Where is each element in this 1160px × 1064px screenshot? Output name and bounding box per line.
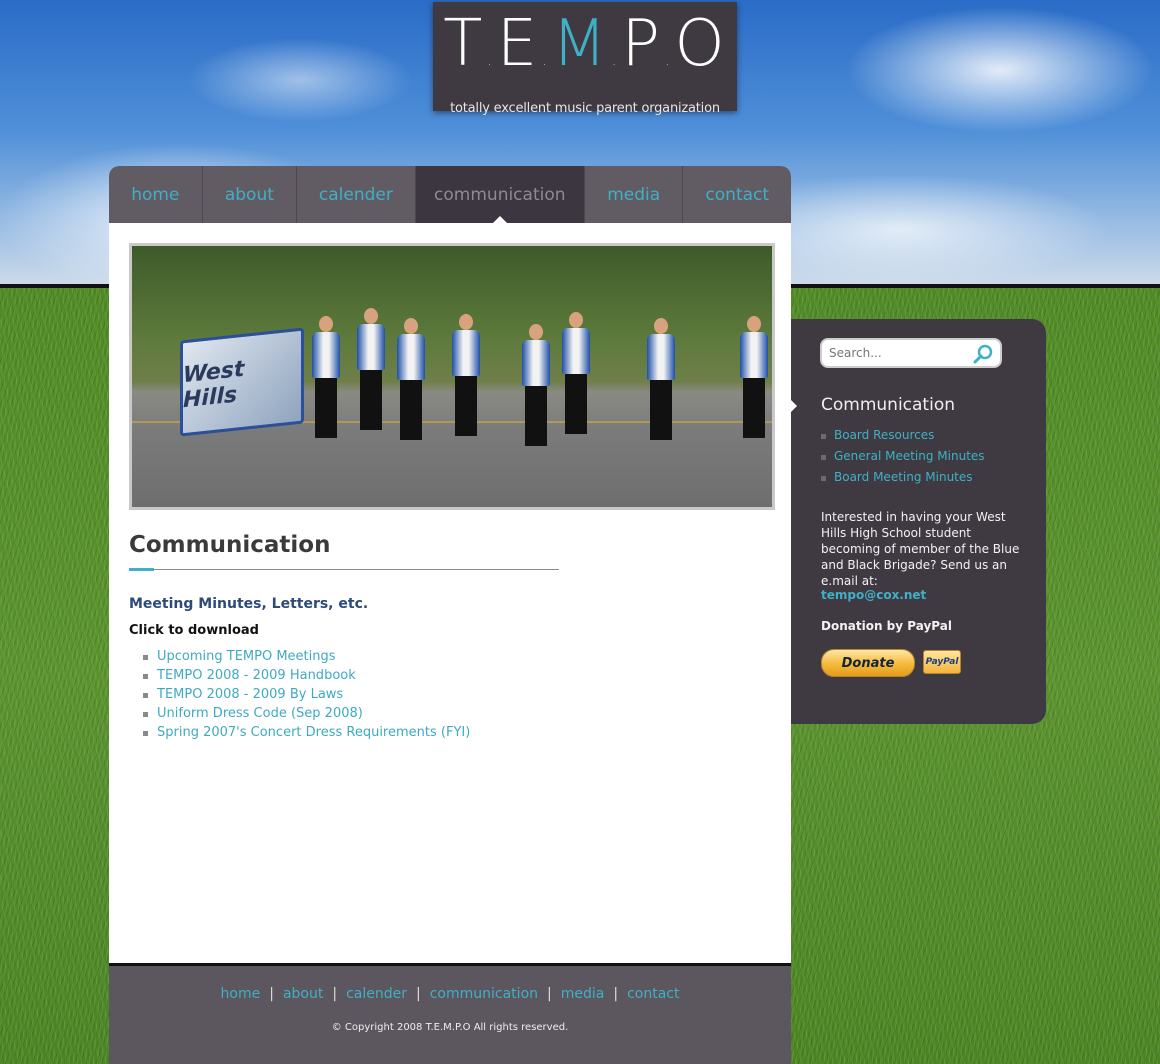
- footer-link-contact[interactable]: contact: [627, 986, 679, 1002]
- marcher-figure: [452, 314, 480, 436]
- download-list: Upcoming TEMPO Meetings TEMPO 2008 - 200…: [143, 647, 470, 742]
- search-icon[interactable]: [972, 343, 994, 365]
- nav-contact[interactable]: contact: [683, 166, 791, 223]
- download-link-bylaws[interactable]: TEMPO 2008 - 2009 By Laws: [143, 685, 470, 704]
- sidebar-info-text: Interested in having your West Hills Hig…: [821, 510, 1020, 588]
- copyright-text: © Copyright 2008 T.E.M.P.O All rights re…: [331, 1022, 569, 1033]
- marcher-figure: [312, 316, 340, 438]
- donation-label: Donation by PayPal: [821, 619, 952, 633]
- search-input[interactable]: [827, 345, 976, 361]
- logo-title: T .E .M .P .O: [443, 7, 727, 81]
- marcher-figure: [562, 312, 590, 434]
- marcher-figure: [522, 324, 550, 446]
- download-link-handbook[interactable]: TEMPO 2008 - 2009 Handbook: [143, 666, 470, 685]
- sidebar-title: Communication: [821, 395, 955, 415]
- donate-button[interactable]: Donate: [821, 649, 915, 677]
- title-accent-bar: [129, 568, 154, 571]
- download-link-meetings[interactable]: Upcoming TEMPO Meetings: [143, 647, 470, 666]
- marcher-figure: [397, 318, 425, 440]
- west-hills-banner: West Hills: [180, 327, 304, 437]
- download-link-dress-code[interactable]: Uniform Dress Code (Sep 2008): [143, 704, 470, 723]
- logo-letter-t: T: [443, 7, 485, 81]
- logo-tagline: totally excellent music parent organizat…: [450, 101, 720, 116]
- nav-home[interactable]: home: [109, 166, 203, 223]
- logo-letter-m: M: [551, 7, 609, 81]
- section-subhead: Meeting Minutes, Letters, etc.: [129, 596, 369, 612]
- sidebar: Communication Board Resources General Me…: [790, 319, 1046, 724]
- page-title: Communication: [129, 532, 331, 558]
- footer: home | about | calender | communication | media |…: [109, 963, 791, 1064]
- marcher-figure: [647, 318, 675, 440]
- nav-calender[interactable]: calender: [297, 166, 416, 223]
- logo-letter-o: O: [674, 7, 727, 81]
- download-link-concert-dress[interactable]: Spring 2007's Concert Dress Requirements…: [143, 723, 470, 742]
- contact-email-link[interactable]: tempo@cox.net: [821, 588, 926, 602]
- paypal-badge: PayPal: [923, 650, 961, 674]
- logo-letter-p: P: [621, 7, 662, 81]
- nav-media[interactable]: media: [585, 166, 684, 223]
- footer-link-home[interactable]: home: [221, 986, 261, 1002]
- main-panel: home about calender communication media …: [109, 166, 791, 1064]
- footer-link-calender[interactable]: calender: [346, 986, 407, 1002]
- sidebar-links: Board Resources General Meeting Minutes …: [821, 425, 985, 488]
- sidebar-link-board-minutes[interactable]: Board Meeting Minutes: [821, 467, 985, 488]
- title-underline: [129, 569, 559, 570]
- marcher-figure: [357, 308, 385, 430]
- main-nav: home about calender communication media …: [109, 166, 791, 223]
- nav-communication[interactable]: communication: [415, 166, 585, 223]
- hero-photo: West Hills: [129, 243, 775, 510]
- sidebar-link-board-resources[interactable]: Board Resources: [821, 425, 985, 446]
- footer-link-communication[interactable]: communication: [430, 986, 538, 1002]
- nav-about[interactable]: about: [203, 166, 298, 223]
- footer-nav: home | about | calender | communication | media |…: [220, 986, 680, 1002]
- marcher-figure: [740, 316, 768, 438]
- logo-letter-e: E: [496, 7, 540, 81]
- search-box: [820, 338, 1002, 368]
- site-logo[interactable]: T .E .M .P .O totally excellent music parent…: [433, 2, 737, 116]
- sidebar-link-general-minutes[interactable]: General Meeting Minutes: [821, 446, 985, 467]
- footer-link-media[interactable]: media: [561, 986, 605, 1002]
- download-label: Click to download: [129, 623, 259, 638]
- footer-link-about[interactable]: about: [283, 986, 323, 1002]
